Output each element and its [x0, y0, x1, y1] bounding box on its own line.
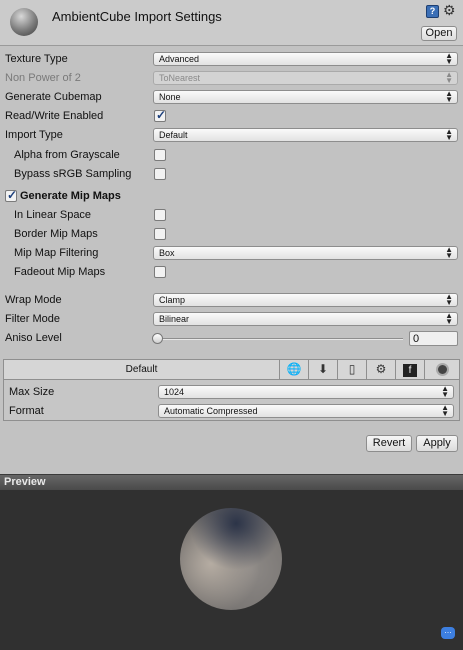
texture-type-value: Advanced [159, 54, 200, 64]
generate-mip-maps-checkbox[interactable] [5, 188, 17, 202]
circle-icon[interactable] [425, 360, 459, 379]
platform-settings-panel: Default 🌐 ⬇ ▯ ⚙ f Max Size 1024 ▲ ▼ Forma… [3, 359, 460, 421]
texture-type-label: Texture Type [5, 53, 68, 65]
aniso-level-slider-track[interactable] [157, 338, 403, 340]
dropdown-arrows-icon: ▲ ▼ [441, 403, 449, 418]
filter-mode-label: Filter Mode [5, 313, 61, 325]
filter-mode-row: Filter Mode Bilinear ▲ ▼ [0, 310, 463, 329]
in-linear-space-checkbox[interactable] [154, 209, 166, 221]
border-mip-maps-label: Border Mip Maps [14, 228, 98, 240]
preview-area: … [0, 490, 463, 650]
bypass-srgb-label: Bypass sRGB Sampling [14, 168, 132, 180]
flash-icon[interactable]: f [396, 360, 425, 379]
max-size-row: Max Size 1024 ▲ ▼ [4, 383, 459, 402]
globe-icon[interactable]: 🌐 [280, 360, 309, 379]
import-type-dropdown[interactable]: Default ▲ ▼ [153, 128, 458, 142]
non-power-of-2-dropdown: ToNearest ▲ ▼ [153, 71, 458, 85]
generate-cubemap-label: Generate Cubemap [5, 91, 102, 103]
fadeout-mip-maps-label: Fadeout Mip Maps [14, 266, 106, 278]
wrap-mode-value: Clamp [159, 295, 186, 305]
fadeout-mip-maps-row: Fadeout Mip Maps [0, 263, 463, 282]
import-type-row: Import Type Default ▲ ▼ [0, 126, 463, 145]
alpha-from-grayscale-row: Alpha from Grayscale [0, 146, 463, 165]
wrap-mode-row: Wrap Mode Clamp ▲ ▼ [0, 291, 463, 310]
read-write-checkbox[interactable] [154, 108, 166, 122]
dropdown-arrows-icon: ▲ ▼ [445, 127, 453, 142]
wrap-mode-dropdown[interactable]: Clamp ▲ ▼ [153, 293, 458, 307]
wrap-mode-label: Wrap Mode [5, 294, 62, 306]
mip-map-filtering-dropdown[interactable]: Box ▲ ▼ [153, 246, 458, 260]
phone-icon[interactable]: ▯ [338, 360, 367, 379]
mip-map-filtering-label: Mip Map Filtering [14, 247, 99, 259]
mip-map-filtering-row: Mip Map Filtering Box ▲ ▼ [0, 244, 463, 263]
max-size-dropdown[interactable]: 1024 ▲ ▼ [158, 385, 454, 399]
aniso-level-slider-thumb[interactable] [152, 333, 163, 344]
inspector-header: AmbientCube Import Settings ? ⚙ Open [0, 0, 463, 46]
tab-default[interactable]: Default [4, 360, 280, 379]
dropdown-arrows-icon: ▲ ▼ [445, 70, 453, 85]
aniso-level-value: 0 [413, 333, 420, 345]
more-options-icon[interactable]: … [441, 627, 455, 639]
read-write-row: Read/Write Enabled [0, 107, 463, 126]
generate-cubemap-row: Generate Cubemap None ▲ ▼ [0, 88, 463, 107]
alpha-from-grayscale-checkbox[interactable] [154, 149, 166, 161]
asset-thumbnail [10, 8, 38, 36]
generate-cubemap-value: None [159, 92, 181, 102]
dropdown-arrows-icon: ▲ ▼ [445, 292, 453, 307]
generate-mip-maps-label: Generate Mip Maps [20, 190, 121, 202]
non-power-of-2-row: Non Power of 2 ToNearest ▲ ▼ [0, 69, 463, 88]
import-type-label: Import Type [5, 129, 63, 141]
bypass-srgb-checkbox[interactable] [154, 168, 166, 180]
preview-sphere[interactable] [180, 508, 282, 610]
bypass-srgb-row: Bypass sRGB Sampling [0, 165, 463, 184]
dropdown-arrows-icon: ▲ ▼ [445, 51, 453, 66]
format-value: Automatic Compressed [164, 406, 258, 416]
in-linear-space-label: In Linear Space [14, 209, 92, 221]
preview-title: Preview [4, 476, 46, 488]
read-write-label: Read/Write Enabled [5, 110, 104, 122]
non-power-of-2-value: ToNearest [159, 73, 201, 83]
max-size-label: Max Size [9, 386, 55, 398]
dropdown-arrows-icon: ▲ ▼ [445, 311, 453, 326]
format-dropdown[interactable]: Automatic Compressed ▲ ▼ [158, 404, 454, 418]
texture-type-dropdown[interactable]: Advanced ▲ ▼ [153, 52, 458, 66]
dropdown-arrows-icon: ▲ ▼ [445, 245, 453, 260]
gear-icon[interactable]: ⚙ [443, 3, 456, 17]
fadeout-mip-maps-checkbox[interactable] [154, 266, 166, 278]
filter-mode-value: Bilinear [159, 314, 190, 324]
apply-button[interactable]: Apply [416, 435, 458, 452]
in-linear-space-row: In Linear Space [0, 206, 463, 225]
filter-mode-dropdown[interactable]: Bilinear ▲ ▼ [153, 312, 458, 326]
platform-tab-bar: Default 🌐 ⬇ ▯ ⚙ f [4, 360, 459, 380]
aniso-level-row: Aniso Level 0 [0, 329, 463, 348]
non-power-of-2-label: Non Power of 2 [5, 72, 81, 84]
help-icon[interactable]: ? [426, 5, 439, 18]
generate-mip-maps-row: Generate Mip Maps [0, 187, 463, 206]
format-row: Format Automatic Compressed ▲ ▼ [4, 402, 459, 421]
import-type-value: Default [159, 130, 188, 140]
aniso-level-label: Aniso Level [5, 332, 62, 344]
generate-cubemap-dropdown[interactable]: None ▲ ▼ [153, 90, 458, 104]
preview-header[interactable]: Preview [0, 474, 463, 490]
border-mip-maps-row: Border Mip Maps [0, 225, 463, 244]
format-label: Format [9, 405, 44, 417]
dropdown-arrows-icon: ▲ ▼ [441, 384, 449, 399]
border-mip-maps-checkbox[interactable] [154, 228, 166, 240]
download-icon[interactable]: ⬇ [309, 360, 338, 379]
dropdown-arrows-icon: ▲ ▼ [445, 89, 453, 104]
alpha-from-grayscale-label: Alpha from Grayscale [14, 149, 120, 161]
open-button[interactable]: Open [421, 26, 457, 41]
android-icon[interactable]: ⚙ [367, 360, 396, 379]
page-title: AmbientCube Import Settings [52, 9, 222, 24]
mip-map-filtering-value: Box [159, 248, 175, 258]
max-size-value: 1024 [164, 387, 185, 397]
texture-type-row: Texture Type Advanced ▲ ▼ [0, 50, 463, 69]
revert-button[interactable]: Revert [366, 435, 412, 452]
aniso-level-input[interactable]: 0 [409, 331, 458, 346]
